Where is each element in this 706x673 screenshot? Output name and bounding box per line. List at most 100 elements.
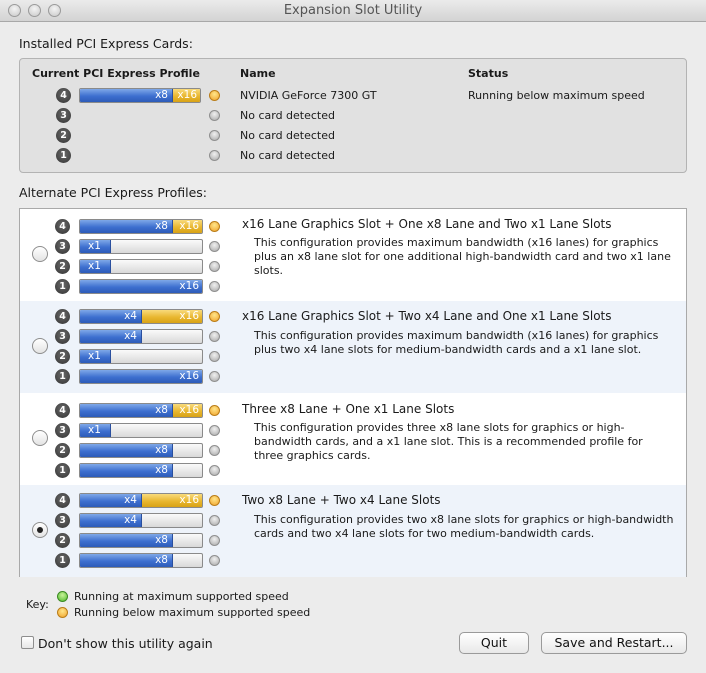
profile-option[interactable]: 4 x8 x16 3 x1 2 x8 1 x8 Three x8 Lane + … <box>20 393 686 485</box>
status-dot-icon <box>209 515 220 526</box>
lane-segment-active: x4 <box>80 310 142 323</box>
name-column-header: Name <box>240 67 276 80</box>
profile-column-header: Current PCI Express Profile <box>32 67 200 80</box>
slot-number-badge: 2 <box>55 349 70 364</box>
lane-bar: x8 <box>79 463 203 478</box>
slot-number-badge: 1 <box>55 463 70 478</box>
status-dot-icon <box>209 495 220 506</box>
profile-title: Two x8 Lane + Two x4 Lane Slots <box>242 493 441 507</box>
profile-radio[interactable] <box>32 430 48 446</box>
lane-segment-active: x4 <box>80 494 142 507</box>
installed-slot-row: 4 x8 x16 NVIDIA GeForce 7300 GT Running … <box>20 88 686 108</box>
lane-bar: x8 x16 <box>79 403 203 418</box>
profile-title: Three x8 Lane + One x1 Lane Slots <box>242 402 455 416</box>
alternate-section-label: Alternate PCI Express Profiles: <box>19 185 207 200</box>
lane-segment-max: x16 <box>173 89 200 102</box>
slot-number-badge: 4 <box>55 309 70 324</box>
lane-bar: x8 x16 <box>79 219 203 234</box>
status-dot-icon <box>209 311 220 322</box>
status-dot-icon <box>209 371 220 382</box>
lane-bar: x1 <box>79 349 203 364</box>
lane-bar: x8 x16 <box>79 88 201 103</box>
slot-number-badge: 3 <box>56 108 71 123</box>
lane-segment-max: x16 <box>142 494 202 507</box>
status-dot-icon <box>209 281 220 292</box>
profile-description: This configuration provides three x8 lan… <box>254 421 643 462</box>
lane-segment-max: x16 <box>173 404 202 417</box>
lane-bar: x4 <box>79 329 203 344</box>
lane-segment-active: x8 <box>80 404 173 417</box>
card-name: NVIDIA GeForce 7300 GT <box>240 89 377 102</box>
lane-segment-active: x8 <box>80 89 173 102</box>
installed-slot-row: 3 No card detected <box>20 108 686 128</box>
lane-segment-active: x16 <box>80 370 202 383</box>
card-status: Running below maximum speed <box>468 89 645 102</box>
slot-number-badge: 4 <box>55 219 70 234</box>
profile-description: This configuration provides maximum band… <box>254 329 659 356</box>
profile-radio-selected[interactable] <box>32 522 48 538</box>
profile-radio[interactable] <box>32 338 48 354</box>
card-name: No card detected <box>240 109 335 122</box>
card-name: No card detected <box>240 129 335 142</box>
profile-option[interactable]: 4 x8 x16 3 x1 2 x1 1 x16 x16 Lane Graphi… <box>20 209 686 301</box>
slot-number-badge: 2 <box>55 443 70 458</box>
key-item-max-speed: Running at maximum supported speed <box>74 590 289 603</box>
lane-bar: x8 <box>79 443 203 458</box>
lane-segment-active: x1 <box>80 424 111 437</box>
status-dot-icon <box>209 110 220 121</box>
lane-bar: x1 <box>79 259 203 274</box>
installed-section-label: Installed PCI Express Cards: <box>19 36 193 51</box>
slot-number-badge: 1 <box>56 148 71 163</box>
lane-bar: x4 x16 <box>79 309 203 324</box>
lane-bar: x4 x16 <box>79 493 203 508</box>
orange-status-dot-icon <box>57 607 68 618</box>
slot-number-badge: 4 <box>55 493 70 508</box>
lane-segment-active: x8 <box>80 444 173 457</box>
status-dot-icon <box>209 90 220 101</box>
dont-show-again-checkbox[interactable] <box>21 636 34 649</box>
profile-option[interactable]: 4 x4 x16 3 x4 2 x1 1 x16 x16 Lane Graphi… <box>20 301 686 393</box>
dont-show-again-label[interactable]: Don't show this utility again <box>38 636 213 651</box>
lane-segment-active: x4 <box>80 514 142 527</box>
radio-dot <box>37 527 43 533</box>
status-dot-icon <box>209 555 220 566</box>
slot-number-badge: 3 <box>55 423 70 438</box>
profile-title: x16 Lane Graphics Slot + One x8 Lane and… <box>242 217 612 231</box>
slot-number-badge: 2 <box>56 128 71 143</box>
save-and-restart-button[interactable]: Save and Restart... <box>541 632 687 654</box>
key-item-below-max-speed: Running below maximum supported speed <box>74 606 311 619</box>
lane-segment-active: x8 <box>80 220 173 233</box>
installed-slot-row: 1 No card detected <box>20 148 686 168</box>
profile-title: x16 Lane Graphics Slot + Two x4 Lane and… <box>242 309 612 323</box>
window-title: Expansion Slot Utility <box>283 3 423 18</box>
slot-number-badge: 2 <box>55 533 70 548</box>
lane-segment-active: x4 <box>80 330 142 343</box>
profiles-list: 4 x8 x16 3 x1 2 x1 1 x16 x16 Lane Graphi… <box>19 208 687 577</box>
green-status-dot-icon <box>57 591 68 602</box>
profile-description: This configuration provides two x8 lane … <box>254 513 674 540</box>
title-bar: Expansion Slot Utility <box>0 0 706 22</box>
status-dot-icon <box>209 425 220 436</box>
quit-button[interactable]: Quit <box>459 632 529 654</box>
status-dot-icon <box>209 130 220 141</box>
profile-description: This configuration provides maximum band… <box>254 236 671 277</box>
slot-number-badge: 4 <box>56 88 71 103</box>
profile-radio[interactable] <box>32 246 48 262</box>
profile-option[interactable]: 4 x4 x16 3 x4 2 x8 1 x8 Two x8 Lane + Tw… <box>20 485 686 577</box>
slot-number-badge: 1 <box>55 553 70 568</box>
lane-segment-active: x16 <box>80 280 202 293</box>
lane-bar: x8 <box>79 533 203 548</box>
slot-number-badge: 1 <box>55 279 70 294</box>
lane-bar: x16 <box>79 279 203 294</box>
lane-segment-active: x8 <box>80 534 173 547</box>
lane-bar: x1 <box>79 423 203 438</box>
slot-number-badge: 4 <box>55 403 70 418</box>
lane-bar: x8 <box>79 553 203 568</box>
lane-segment-active: x8 <box>80 464 173 477</box>
lane-bar: x16 <box>79 369 203 384</box>
slot-number-badge: 3 <box>55 329 70 344</box>
lane-segment-active: x1 <box>80 260 111 273</box>
status-dot-icon <box>209 331 220 342</box>
lane-bar: x1 <box>79 239 203 254</box>
status-dot-icon <box>209 465 220 476</box>
